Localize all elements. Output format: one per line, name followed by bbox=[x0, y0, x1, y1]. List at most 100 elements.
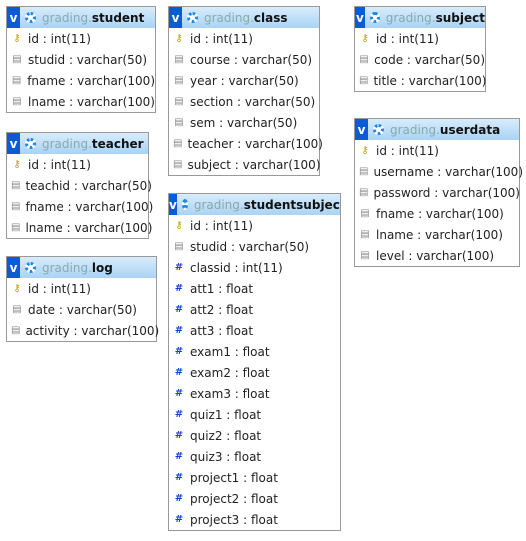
column-row[interactable]: ▤ teacher : varchar(100) bbox=[169, 133, 323, 154]
toggle-v-icon[interactable]: v bbox=[7, 257, 20, 278]
column-row[interactable]: # att3 : float bbox=[169, 320, 340, 341]
key-icon: ⚷ bbox=[13, 159, 21, 170]
table-header[interactable]: v grading. student bbox=[7, 7, 155, 28]
column-row[interactable]: ▤ lname : varchar(100) bbox=[7, 91, 155, 112]
column-icon: ▤ bbox=[359, 187, 369, 198]
column-label: exam3 : float bbox=[190, 386, 270, 401]
key-icon: ⚷ bbox=[361, 145, 369, 156]
column-row[interactable]: # quiz1 : float bbox=[169, 404, 340, 425]
column-row[interactable]: ▤ teachid : varchar(50) bbox=[7, 175, 152, 196]
gear-icon[interactable] bbox=[25, 138, 36, 149]
column-icon: ▤ bbox=[173, 138, 183, 149]
column-label: year : varchar(50) bbox=[190, 73, 299, 88]
column-label: subject : varchar(100) bbox=[187, 157, 321, 172]
column-icon: ▤ bbox=[174, 117, 184, 128]
table-teacher[interactable]: v grading. teacher ⚷ id : int(11) ▤ teac… bbox=[6, 132, 153, 239]
column-row[interactable]: ▤ password : varchar(100) bbox=[355, 182, 520, 203]
column-row[interactable]: ▤ studid : varchar(50) bbox=[169, 236, 340, 257]
column-row[interactable]: ⚷ id : int(11) bbox=[355, 140, 519, 161]
column-row[interactable]: ▤ subject : varchar(100) bbox=[169, 154, 321, 175]
table-log[interactable]: v grading. log ⚷ id : int(11) ▤ date : v… bbox=[6, 256, 159, 342]
column-row[interactable]: ▤ sem : varchar(50) bbox=[169, 112, 319, 133]
column-label: password : varchar(100) bbox=[373, 185, 520, 200]
column-row[interactable]: ▤ code : varchar(50) bbox=[355, 49, 485, 70]
column-label: classid : int(11) bbox=[190, 260, 283, 275]
gear-icon[interactable] bbox=[187, 12, 198, 23]
toggle-v-icon[interactable]: v bbox=[169, 7, 182, 28]
column-icon: ▤ bbox=[11, 180, 21, 191]
table-student[interactable]: v grading. student ⚷ id : int(11) ▤ stud… bbox=[6, 6, 156, 113]
column-row[interactable]: ▤ title : varchar(100) bbox=[355, 70, 487, 91]
table-userdata[interactable]: v grading. userdata ⚷ id : int(11) ▤ use… bbox=[354, 118, 523, 267]
table-class[interactable]: v grading. class ⚷ id : int(11) ▤ course… bbox=[168, 6, 323, 176]
column-icon: ▤ bbox=[12, 96, 22, 107]
column-row[interactable]: # project1 : float bbox=[169, 467, 340, 488]
column-row[interactable]: ▤ section : varchar(50) bbox=[169, 91, 319, 112]
table-name: log bbox=[91, 260, 113, 275]
column-label: quiz1 : float bbox=[190, 407, 262, 422]
column-row[interactable]: ⚷ id : int(11) bbox=[7, 28, 155, 49]
numeric-column-icon: # bbox=[174, 493, 184, 504]
column-row[interactable]: # exam3 : float bbox=[169, 383, 340, 404]
column-row[interactable]: ▤ activity : varchar(100) bbox=[7, 320, 159, 341]
column-row[interactable]: ▤ fname : varchar(100) bbox=[7, 70, 155, 91]
column-row[interactable]: ▤ studid : varchar(50) bbox=[7, 49, 155, 70]
table-header[interactable]: v grading. subject bbox=[355, 7, 485, 28]
numeric-column-icon: # bbox=[174, 367, 184, 378]
column-row[interactable]: ▤ course : varchar(50) bbox=[169, 49, 319, 70]
gear-icon[interactable] bbox=[373, 124, 384, 135]
column-row[interactable]: ⚷ id : int(11) bbox=[7, 154, 148, 175]
key-icon: ⚷ bbox=[13, 283, 21, 294]
column-row[interactable]: # att2 : float bbox=[169, 299, 340, 320]
column-row[interactable]: ⚷ id : int(11) bbox=[169, 28, 319, 49]
toggle-v-icon[interactable]: v bbox=[169, 194, 177, 215]
table-header[interactable]: v grading. studentsubject bbox=[169, 194, 340, 215]
key-icon: ⚷ bbox=[13, 33, 21, 44]
toggle-v-icon[interactable]: v bbox=[355, 119, 368, 140]
column-row[interactable]: ▤ lname : varchar(100) bbox=[7, 217, 152, 238]
column-row[interactable]: ⚷ id : int(11) bbox=[355, 28, 485, 49]
table-header[interactable]: v grading. teacher bbox=[7, 133, 148, 154]
column-row[interactable]: ⚷ id : int(11) bbox=[169, 215, 340, 236]
database-name: grading. bbox=[390, 122, 440, 137]
column-row[interactable]: # exam2 : float bbox=[169, 362, 340, 383]
column-row[interactable]: # exam1 : float bbox=[169, 341, 340, 362]
table-header[interactable]: v grading. log bbox=[7, 257, 156, 278]
database-name: grading. bbox=[42, 10, 92, 25]
table-name: subject bbox=[435, 10, 485, 25]
column-label: title : varchar(100) bbox=[373, 73, 487, 88]
column-icon: ▤ bbox=[360, 208, 370, 219]
column-row[interactable]: # quiz2 : float bbox=[169, 425, 340, 446]
gear-icon[interactable] bbox=[25, 262, 36, 273]
column-row[interactable]: ▤ year : varchar(50) bbox=[169, 70, 319, 91]
table-studentsubject[interactable]: v grading. studentsubject ⚷ id : int(11)… bbox=[168, 193, 341, 531]
gear-icon[interactable] bbox=[181, 199, 188, 210]
column-label: id : int(11) bbox=[28, 281, 91, 296]
column-label: fname : varchar(100) bbox=[376, 206, 504, 221]
column-row[interactable]: ⚷ id : int(11) bbox=[7, 278, 156, 299]
column-row[interactable]: # project2 : float bbox=[169, 488, 340, 509]
column-label: teachid : varchar(50) bbox=[25, 178, 152, 193]
gear-icon[interactable] bbox=[369, 12, 380, 23]
column-label: teacher : varchar(100) bbox=[187, 136, 323, 151]
column-row[interactable]: ▤ date : varchar(50) bbox=[7, 299, 156, 320]
table-header[interactable]: v grading. class bbox=[169, 7, 319, 28]
column-row[interactable]: ▤ fname : varchar(100) bbox=[7, 196, 153, 217]
column-row[interactable]: ▤ username : varchar(100) bbox=[355, 161, 523, 182]
database-name: grading. bbox=[204, 10, 254, 25]
gear-icon[interactable] bbox=[25, 12, 36, 23]
column-row[interactable]: # classid : int(11) bbox=[169, 257, 340, 278]
toggle-v-icon[interactable]: v bbox=[7, 7, 20, 28]
toggle-v-icon[interactable]: v bbox=[355, 7, 365, 28]
table-subject[interactable]: v grading. subject ⚷ id : int(11) ▤ code… bbox=[354, 6, 486, 92]
column-row[interactable]: # quiz3 : float bbox=[169, 446, 340, 467]
column-label: lname : varchar(100) bbox=[376, 227, 503, 242]
column-label: studid : varchar(50) bbox=[28, 52, 148, 67]
column-row[interactable]: ▤ fname : varchar(100) bbox=[355, 203, 519, 224]
column-row[interactable]: ▤ level : varchar(100) bbox=[355, 245, 519, 266]
toggle-v-icon[interactable]: v bbox=[7, 133, 20, 154]
column-row[interactable]: # att1 : float bbox=[169, 278, 340, 299]
column-row[interactable]: ▤ lname : varchar(100) bbox=[355, 224, 519, 245]
table-header[interactable]: v grading. userdata bbox=[355, 119, 519, 140]
column-row[interactable]: # project3 : float bbox=[169, 509, 340, 530]
